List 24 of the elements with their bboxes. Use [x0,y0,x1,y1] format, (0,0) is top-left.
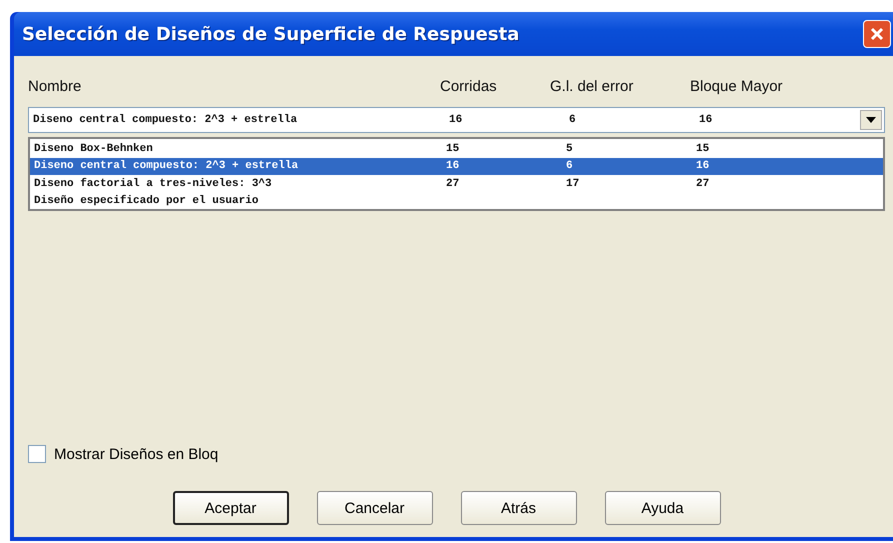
caret-icon [866,117,876,123]
dropdown-button[interactable] [860,110,882,130]
checkbox[interactable] [28,445,46,463]
dialog-button[interactable]: Ayuda [604,491,720,525]
list-item[interactable]: Diseno central compuesto: 2^3 + estrella 16 6 16 [30,158,883,175]
column-header: Corridas [440,78,498,95]
close-button[interactable] [863,20,891,48]
dropdown-value: 16 [448,114,464,126]
list-item[interactable]: Diseno Box-Behnken 15 5 15 [30,140,883,158]
window-title: Selección de Diseños de Superficie de Respuesta [22,24,520,44]
column-header: Bloque Mayor [690,78,784,95]
design-dropdown[interactable]: Diseno central compuesto: 2^3 + estrella 16 6 16 [28,107,885,133]
checkbox-label: Mostrar Diseños en Bloq [54,446,218,462]
list-item[interactable]: Diseño especificado por el usuario [30,192,883,210]
dialog-button[interactable]: Atrás [460,491,576,525]
list-item[interactable]: Diseno factorial a tres-niveles: 3^3 27 17 27 [30,175,883,192]
dropdown-value: Diseno central compuesto: 2^3 + estrella [33,114,298,126]
dropdown-value: 16 [698,114,714,126]
column-header: G.l. del error [550,78,634,95]
close-icon [869,26,885,42]
dialog-button[interactable]: Aceptar [172,491,288,525]
column-header: Nombre [28,78,82,95]
dialog-button[interactable]: Cancelar [316,491,432,525]
dropdown-value: 6 [568,114,577,126]
